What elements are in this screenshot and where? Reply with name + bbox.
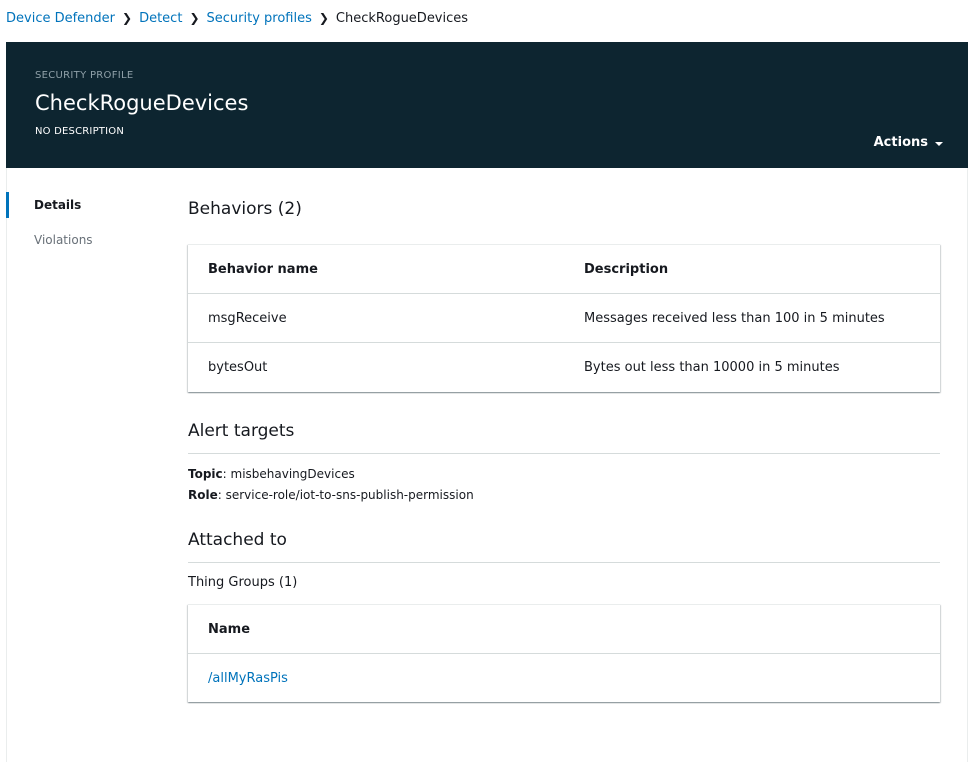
nav-item-details[interactable]: Details: [6, 192, 167, 218]
profile-header: SECURITY PROFILE CheckRogueDevices NO DE…: [6, 42, 968, 168]
caret-down-icon: [935, 141, 943, 146]
topic-key: Topic: [188, 467, 223, 481]
behavior-name-cell: bytesOut: [208, 360, 268, 375]
header-overline: SECURITY PROFILE: [35, 70, 134, 81]
column-header-description: Description: [584, 261, 669, 277]
chevron-right-icon: ❯: [189, 11, 200, 25]
chevron-right-icon: ❯: [122, 11, 133, 25]
section-divider: [188, 453, 940, 454]
table-row: msgReceive Messages received less than 1…: [188, 294, 940, 343]
thing-group-link[interactable]: /allMyRasPis: [208, 671, 288, 686]
breadcrumb-device-defender[interactable]: Device Defender: [6, 11, 115, 26]
chevron-right-icon: ❯: [318, 11, 329, 25]
alert-role: Role: service-role/iot-to-sns-publish-pe…: [188, 487, 474, 504]
alert-topic: Topic: misbehavingDevices: [188, 466, 355, 483]
behaviors-title: Behaviors (2): [188, 199, 302, 219]
breadcrumb-detect[interactable]: Detect: [139, 11, 182, 26]
column-header-name: Name: [208, 621, 251, 637]
section-divider: [188, 562, 940, 563]
profile-panel: Details Violations Behaviors (2) Behavio…: [6, 168, 968, 762]
attached-to-title: Attached to: [188, 530, 287, 550]
topic-value: : misbehavingDevices: [222, 467, 355, 481]
table-row: /allMyRasPis: [188, 654, 940, 703]
side-navigation: Details Violations: [6, 192, 167, 265]
behaviors-table: Behavior name Description msgReceive Mes…: [188, 244, 940, 392]
role-value: : service-role/iot-to-sns-publish-permis…: [217, 488, 474, 502]
breadcrumb-security-profiles[interactable]: Security profiles: [207, 11, 312, 26]
behavior-description-cell: Bytes out less than 10000 in 5 minutes: [584, 360, 840, 375]
table-header-row: Behavior name Description: [188, 245, 940, 294]
role-key: Role: [188, 488, 218, 502]
table-header-row: Name: [188, 605, 940, 654]
page-title: CheckRogueDevices: [35, 91, 249, 115]
nav-item-violations[interactable]: Violations: [7, 230, 167, 250]
table-row: bytesOut Bytes out less than 10000 in 5 …: [188, 343, 940, 392]
alert-targets-title: Alert targets: [188, 421, 295, 441]
breadcrumb-current: CheckRogueDevices: [335, 11, 469, 26]
breadcrumb: Device Defender ❯ Detect ❯ Security profiles…: [6, 9, 468, 28]
thing-groups-table: Name /allMyRasPis: [188, 604, 940, 702]
behavior-description-cell: Messages received less than 100 in 5 min…: [584, 310, 885, 326]
actions-label: Actions: [873, 135, 928, 150]
behavior-name-cell: msgReceive: [208, 310, 287, 326]
actions-dropdown-button[interactable]: Actions: [874, 135, 943, 150]
profile-description: NO DESCRIPTION: [35, 126, 125, 137]
column-header-behavior-name: Behavior name: [208, 261, 318, 277]
thing-groups-label: Thing Groups (1): [188, 575, 298, 590]
